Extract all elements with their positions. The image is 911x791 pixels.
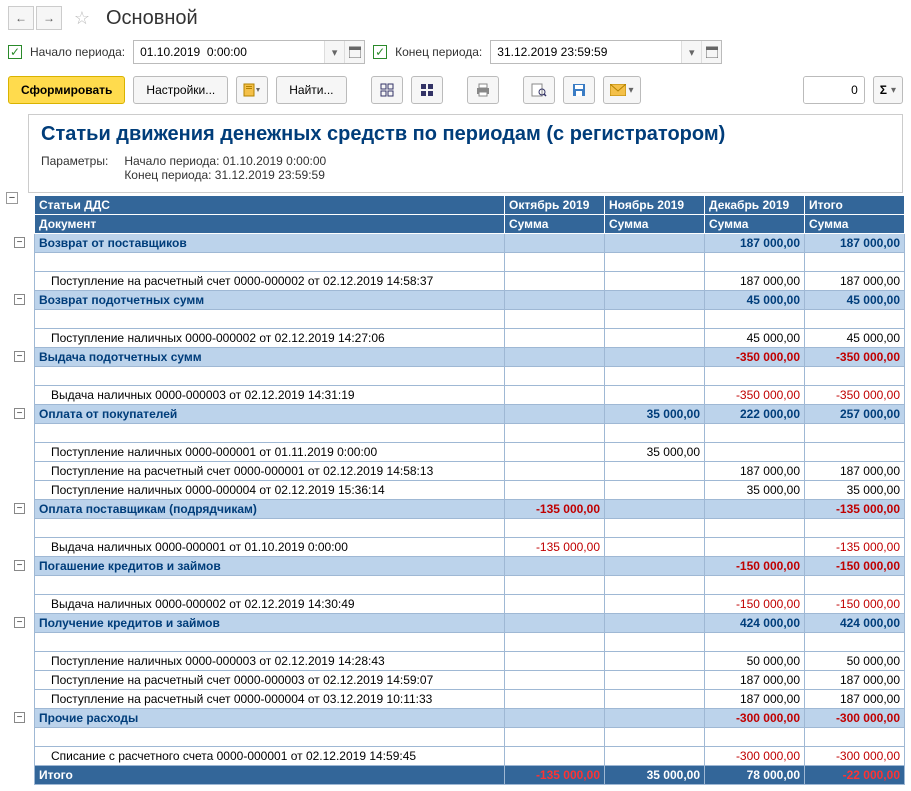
settings-button[interactable]: Настройки... [133, 76, 228, 104]
header-period-0: Октябрь 2019 [505, 196, 605, 215]
header-sum-2: Сумма [705, 215, 805, 234]
variants-dropdown-button[interactable] [236, 76, 268, 104]
group-toggle[interactable]: − [14, 294, 25, 305]
report-area: − Статьи движения денежных средств по пе… [0, 114, 911, 791]
spacer-row [35, 728, 905, 747]
category-row[interactable]: Получение кредитов и займов424 000,00424… [35, 614, 905, 633]
param-end: Конец периода: 31.12.2019 23:59:59 [124, 168, 326, 182]
save-button[interactable] [563, 76, 595, 104]
header-period-3: Итого [805, 196, 905, 215]
collapse-groups-button[interactable] [411, 76, 443, 104]
end-period-label: Конец периода: [395, 45, 482, 59]
end-date-input: ▾ [490, 40, 722, 64]
spacer-row [35, 519, 905, 538]
expand-groups-button[interactable] [371, 76, 403, 104]
end-date-dropdown-icon[interactable]: ▾ [681, 41, 701, 63]
start-date-calendar-icon[interactable] [344, 41, 364, 63]
generate-button[interactable]: Сформировать [8, 76, 125, 104]
forward-button[interactable]: → [36, 6, 62, 30]
category-row[interactable]: Погашение кредитов и займов-150 000,00-1… [35, 557, 905, 576]
sigma-icon: Σ [880, 83, 887, 97]
report-header: Статьи движения денежных средств по пери… [28, 114, 903, 193]
param-start: Начало периода: 01.10.2019 0:00:00 [124, 154, 326, 168]
preview-button[interactable] [523, 76, 555, 104]
end-date-calendar-icon[interactable] [701, 41, 721, 63]
favorite-icon[interactable]: ☆ [70, 6, 94, 30]
topbar: ← → ☆ Основной [0, 0, 911, 36]
category-row[interactable]: Возврат от поставщиков187 000,00187 000,… [35, 234, 905, 253]
document-row[interactable]: Поступление на расчетный счет 0000-00000… [35, 690, 905, 709]
group-toggle[interactable]: − [14, 237, 25, 248]
toolbar: Сформировать Настройки... Найти... ▾ Σ ▾ [0, 72, 911, 114]
find-button[interactable]: Найти... [276, 76, 346, 104]
spacer-row [35, 367, 905, 386]
header-period-1: Ноябрь 2019 [605, 196, 705, 215]
document-row[interactable]: Выдача наличных 0000-000003 от 02.12.201… [35, 386, 905, 405]
end-period-checkbox[interactable]: ✓ [373, 45, 387, 59]
report-title: Статьи движения денежных средств по пери… [41, 123, 890, 146]
group-toggle[interactable]: − [14, 560, 25, 571]
document-row[interactable]: Выдача наличных 0000-000002 от 02.12.201… [35, 595, 905, 614]
document-row[interactable]: Поступление на расчетный счет 0000-00000… [35, 671, 905, 690]
period-bar: ✓ Начало периода: ▾ ✓ Конец периода: ▾ [0, 36, 911, 72]
document-row[interactable]: Поступление на расчетный счет 0000-00000… [35, 272, 905, 291]
group-toggle[interactable]: − [14, 408, 25, 419]
group-toggle[interactable]: − [14, 617, 25, 628]
start-date-dropdown-icon[interactable]: ▾ [324, 41, 344, 63]
group-toggle[interactable]: − [14, 503, 25, 514]
start-period-checkbox[interactable]: ✓ [8, 45, 22, 59]
document-row[interactable]: Списание с расчетного счета 0000-000001 … [35, 747, 905, 766]
email-button[interactable]: ▾ [603, 76, 641, 104]
header-sum-3: Сумма [805, 215, 905, 234]
sum-field[interactable] [804, 77, 864, 103]
total-row: Итого-135 000,0035 000,0078 000,00-22 00… [35, 766, 905, 785]
spacer-row [35, 576, 905, 595]
category-row[interactable]: Выдача подотчетных сумм-350 000,00-350 0… [35, 348, 905, 367]
group-toggle[interactable]: − [14, 712, 25, 723]
category-row[interactable]: Возврат подотчетных сумм45 000,0045 000,… [35, 291, 905, 310]
params-label: Параметры: [41, 154, 108, 182]
params-values: Начало периода: 01.10.2019 0:00:00 Конец… [124, 154, 326, 182]
start-date-field[interactable] [134, 41, 324, 63]
document-row[interactable]: Поступление наличных 0000-000002 от 02.1… [35, 329, 905, 348]
table-body: Возврат от поставщиков187 000,00187 000,… [35, 234, 905, 785]
document-row[interactable]: Поступление наличных 0000-000003 от 02.1… [35, 652, 905, 671]
document-row[interactable]: Поступление наличных 0000-000004 от 02.1… [35, 481, 905, 500]
report-table: Статьи ДДС Октябрь 2019 Ноябрь 2019 Дека… [34, 195, 905, 785]
spacer-row [35, 310, 905, 329]
spacer-row [35, 633, 905, 652]
header-doc: Документ [35, 215, 505, 234]
category-row[interactable]: Оплата от покупателей35 000,00222 000,00… [35, 405, 905, 424]
table-head: Статьи ДДС Октябрь 2019 Ноябрь 2019 Дека… [35, 196, 905, 234]
category-row[interactable]: Прочие расходы-300 000,00-300 000,00 [35, 709, 905, 728]
document-row[interactable]: Поступление на расчетный счет 0000-00000… [35, 462, 905, 481]
spacer-row [35, 253, 905, 272]
print-button[interactable] [467, 76, 499, 104]
back-button[interactable]: ← [8, 6, 34, 30]
group-toggle[interactable]: − [14, 351, 25, 362]
start-period-label: Начало периода: [30, 45, 125, 59]
end-date-field[interactable] [491, 41, 681, 63]
header-sum-0: Сумма [505, 215, 605, 234]
document-row[interactable]: Поступление наличных 0000-000001 от 01.1… [35, 443, 905, 462]
sigma-button[interactable]: Σ ▾ [873, 76, 903, 104]
header-period-2: Декабрь 2019 [705, 196, 805, 215]
start-date-input: ▾ [133, 40, 365, 64]
spacer-row [35, 424, 905, 443]
category-row[interactable]: Оплата поставщикам (подрядчикам)-135 000… [35, 500, 905, 519]
page-title: Основной [106, 7, 198, 30]
report-table-area: Статьи ДДС Октябрь 2019 Ноябрь 2019 Дека… [6, 195, 905, 785]
header-group: Статьи ДДС [35, 196, 505, 215]
header-sum-1: Сумма [605, 215, 705, 234]
document-row[interactable]: Выдача наличных 0000-000001 от 01.10.201… [35, 538, 905, 557]
sum-box [803, 76, 865, 104]
